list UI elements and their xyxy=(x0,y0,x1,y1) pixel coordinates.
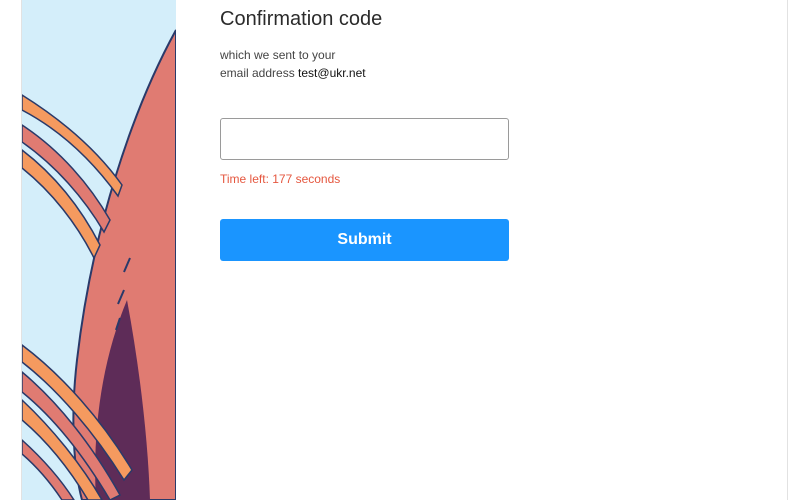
email-address: test@ukr.net xyxy=(298,66,366,80)
page-title: Confirmation code xyxy=(220,8,383,30)
description-line-2: email address test@ukr.net xyxy=(220,64,366,82)
confirmation-code-input[interactable] xyxy=(220,118,509,160)
time-left-text: Time left: 177 seconds xyxy=(220,172,341,186)
description-line-1: which we sent to your xyxy=(220,48,336,62)
decorative-illustration xyxy=(22,0,176,500)
description-prefix: email address xyxy=(220,66,295,80)
description-text: which we sent to your email address test… xyxy=(220,46,366,82)
submit-button[interactable]: Submit xyxy=(220,219,509,261)
